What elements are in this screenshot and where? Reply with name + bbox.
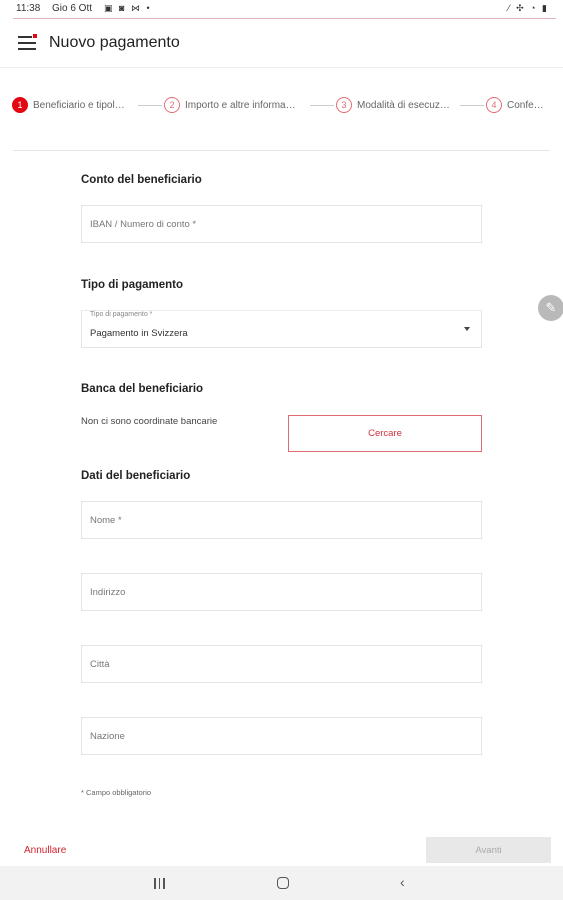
status-date: Gio 6 Ott — [52, 3, 93, 14]
step-4[interactable]: 4 Confe… — [486, 94, 544, 116]
step-1-number: 1 — [12, 97, 28, 113]
step-connector — [460, 105, 484, 106]
address-field-container — [81, 573, 482, 611]
iban-field-container — [81, 205, 482, 243]
name-input[interactable] — [82, 502, 481, 538]
step-4-label: Confe… — [507, 99, 544, 111]
status-time: 11:38 — [16, 3, 41, 14]
payment-type-value: Pagamento in Svizzera — [90, 328, 188, 339]
city-field-container — [81, 645, 482, 683]
step-connector — [138, 105, 162, 106]
edit-pencil-button[interactable]: ✎ — [538, 295, 563, 321]
hamburger-menu-icon[interactable] — [18, 34, 37, 50]
step-3-number: 3 — [336, 97, 352, 113]
home-icon[interactable] — [277, 877, 289, 889]
step-2[interactable]: 2 Importo e altre informa… — [164, 94, 296, 116]
step-4-number: 4 — [486, 97, 502, 113]
bank-section-title: Banca del beneficiario — [81, 383, 204, 395]
status-divider — [13, 18, 556, 19]
cancel-button[interactable]: Annullare — [24, 845, 66, 856]
pencil-icon: ✎ — [545, 300, 557, 315]
step-2-label: Importo e altre informa… — [185, 99, 296, 111]
beneficiary-section-title: Dati del beneficiario — [81, 470, 191, 482]
country-field-container — [81, 717, 482, 755]
back-icon[interactable]: ‹ — [400, 874, 405, 890]
country-input[interactable] — [82, 718, 481, 754]
payment-type-label: Tipo di pagamento * — [90, 311, 153, 318]
app-bar: Nuovo pagamento — [0, 20, 563, 68]
step-2-number: 2 — [164, 97, 180, 113]
payment-stepper: 1 Beneficiario e tipol… 2 Importo e altr… — [0, 94, 563, 116]
required-field-note: * Campo obbligatorio — [81, 788, 152, 797]
step-3[interactable]: 3 Modalità di esecuz… — [336, 94, 450, 116]
notification-icons: ▣ ◙ ⋈ • — [104, 3, 152, 13]
stepper-divider — [13, 150, 550, 151]
system-navigation-bar: ‹ — [0, 866, 563, 900]
payment-type-section-title: Tipo di pagamento — [81, 279, 184, 291]
payment-type-select[interactable]: Tipo di pagamento * Pagamento in Svizzer… — [81, 310, 482, 348]
iban-input[interactable] — [82, 206, 481, 242]
city-input[interactable] — [82, 646, 481, 682]
step-connector — [310, 105, 334, 106]
dropdown-arrow-icon — [464, 327, 470, 331]
account-section-title: Conto del beneficiario — [81, 174, 202, 186]
step-1-label: Beneficiario e tipol… — [33, 99, 125, 111]
next-button[interactable]: Avanti — [426, 837, 551, 863]
name-field-container — [81, 501, 482, 539]
step-1[interactable]: 1 Beneficiario e tipol… — [12, 94, 125, 116]
no-bank-details-text: Non ci sono coordinate bancarie — [81, 416, 218, 427]
status-bar: 11:38 Gio 6 Ott ▣ ◙ ⋈ • ⁄ ✣ ◔ ▮ — [0, 0, 563, 18]
system-status-icons: ⁄ ✣ ◔ ▮ — [508, 3, 549, 13]
address-input[interactable] — [82, 574, 481, 610]
search-bank-button[interactable]: Cercare — [288, 415, 482, 452]
step-3-label: Modalità di esecuz… — [357, 99, 450, 111]
recent-apps-icon[interactable] — [154, 878, 165, 889]
page-title: Nuovo pagamento — [49, 34, 180, 51]
